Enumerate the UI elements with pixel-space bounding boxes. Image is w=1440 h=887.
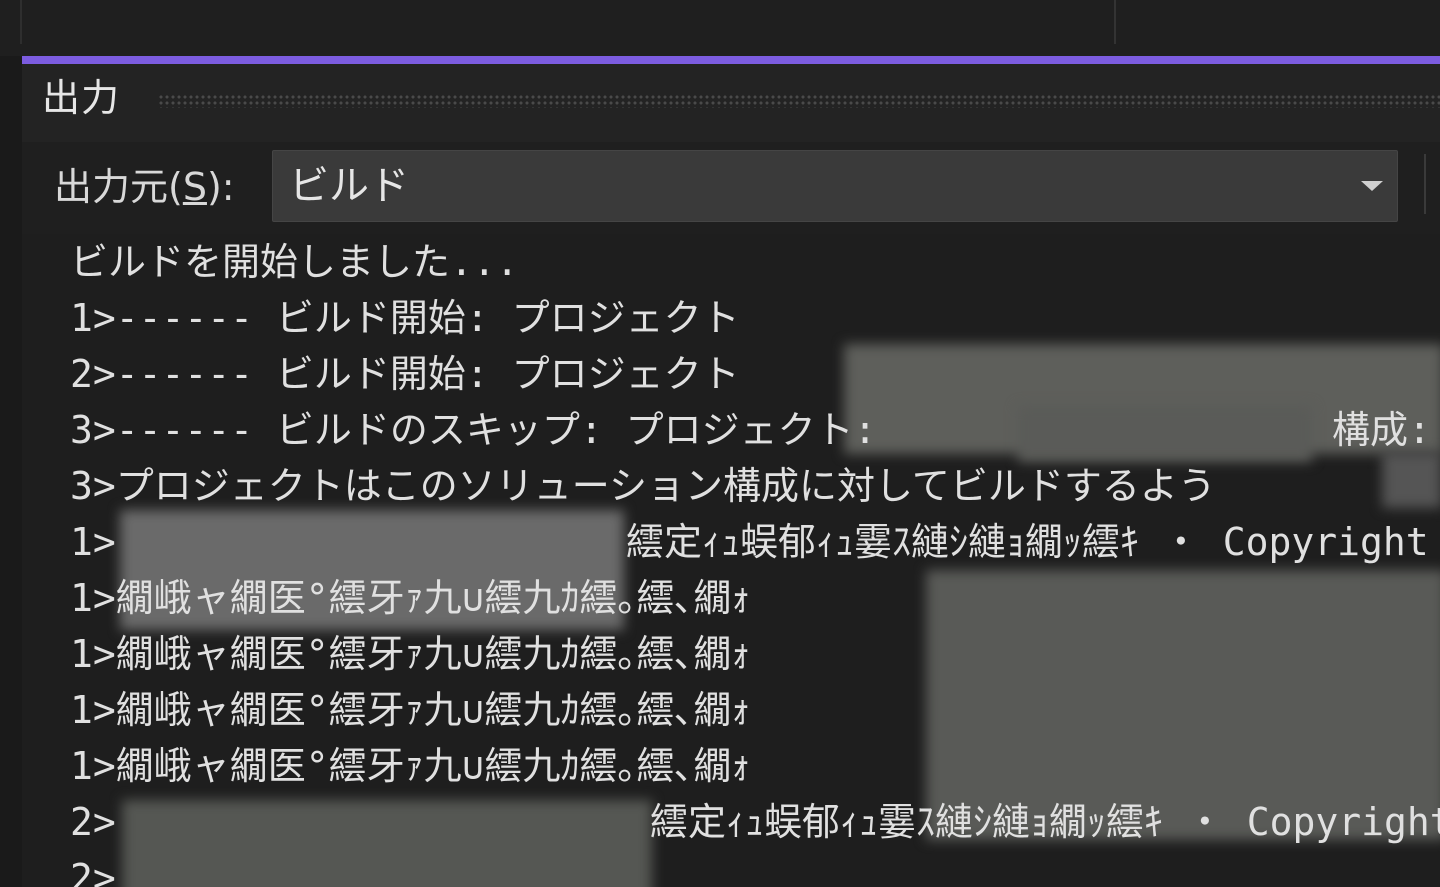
source-label-prefix: 出力元( (54, 165, 183, 209)
active-panel-accent-bar (22, 56, 1440, 64)
source-label-suffix: ): (206, 165, 235, 209)
redacted-region (1018, 406, 1312, 462)
title-drag-grip[interactable] (158, 94, 1440, 108)
source-label-mnemonic: S (182, 165, 207, 209)
output-panel: 出力 出力元(S): ビルド ビルドを開始しました... 1>------ ビル… (22, 56, 1440, 887)
toolbar-separator (1424, 154, 1426, 214)
output-line: 1>繝峨ャ繝医°繧牙ｧ九∪繧九ｶ繧｡繧､繝ｫ (70, 688, 751, 732)
source-label: 出力元(S): (54, 164, 235, 210)
output-line-config: 構成: (1332, 408, 1431, 452)
output-line: 1>繝峨ャ繝医°繧牙ｧ九∪繧九ｶ繧｡繧､繝ｫ (70, 632, 751, 676)
top-strip (0, 0, 1440, 56)
output-source-dropdown[interactable]: ビルド (272, 150, 1398, 222)
panel-title: 出力 (42, 76, 121, 120)
output-line: 3>プロジェクトはこのソリューション構成に対してビルドするよう (70, 464, 1216, 508)
output-line: 2>------ ビルド開始: プロジェクト (70, 352, 740, 396)
output-line: 3>------ ビルドのスキップ: プロジェクト: (70, 408, 877, 452)
output-line: ビルドを開始しました... (70, 240, 519, 284)
output-text-area[interactable]: ビルドを開始しました... 1>------ ビルド開始: プロジェクト 2>-… (22, 234, 1440, 887)
redacted-region (1382, 452, 1440, 508)
top-divider-right (1114, 0, 1116, 44)
output-line: 1>繝峨ャ繝医°繧牙ｧ九∪繧九ｶ繧｡繧､繝ｫ (70, 744, 751, 788)
output-toolbar: 出力元(S): ビルド (22, 142, 1440, 234)
top-divider-left (20, 0, 22, 44)
left-gutter (0, 56, 22, 887)
output-line: 1>繝峨ャ繝医°繧牙ｧ九∪繧九ｶ繧｡繧､繝ｫ (70, 576, 751, 620)
output-line: 2> (70, 856, 116, 887)
output-panel-header[interactable]: 出力 (22, 64, 1440, 142)
output-line: 1> (70, 520, 116, 564)
output-line-tail: 繧定ｨｭ蜈郁ｨｭ霎ｽ縺ｼ縺ｮ繝ｯ繧ｷ ・ Copyright (626, 520, 1429, 564)
output-source-value: ビルド (289, 163, 409, 209)
chevron-down-icon[interactable] (1361, 181, 1383, 191)
output-line: 1>------ ビルド開始: プロジェクト (70, 296, 740, 340)
redacted-region (122, 800, 652, 887)
output-line-tail: 繧定ｨｭ蜈郁ｨｭ霎ｽ縺ｼ縺ｮ繝ｯ繧ｷ ・ Copyright (650, 800, 1440, 844)
output-line: 2> (70, 800, 116, 844)
